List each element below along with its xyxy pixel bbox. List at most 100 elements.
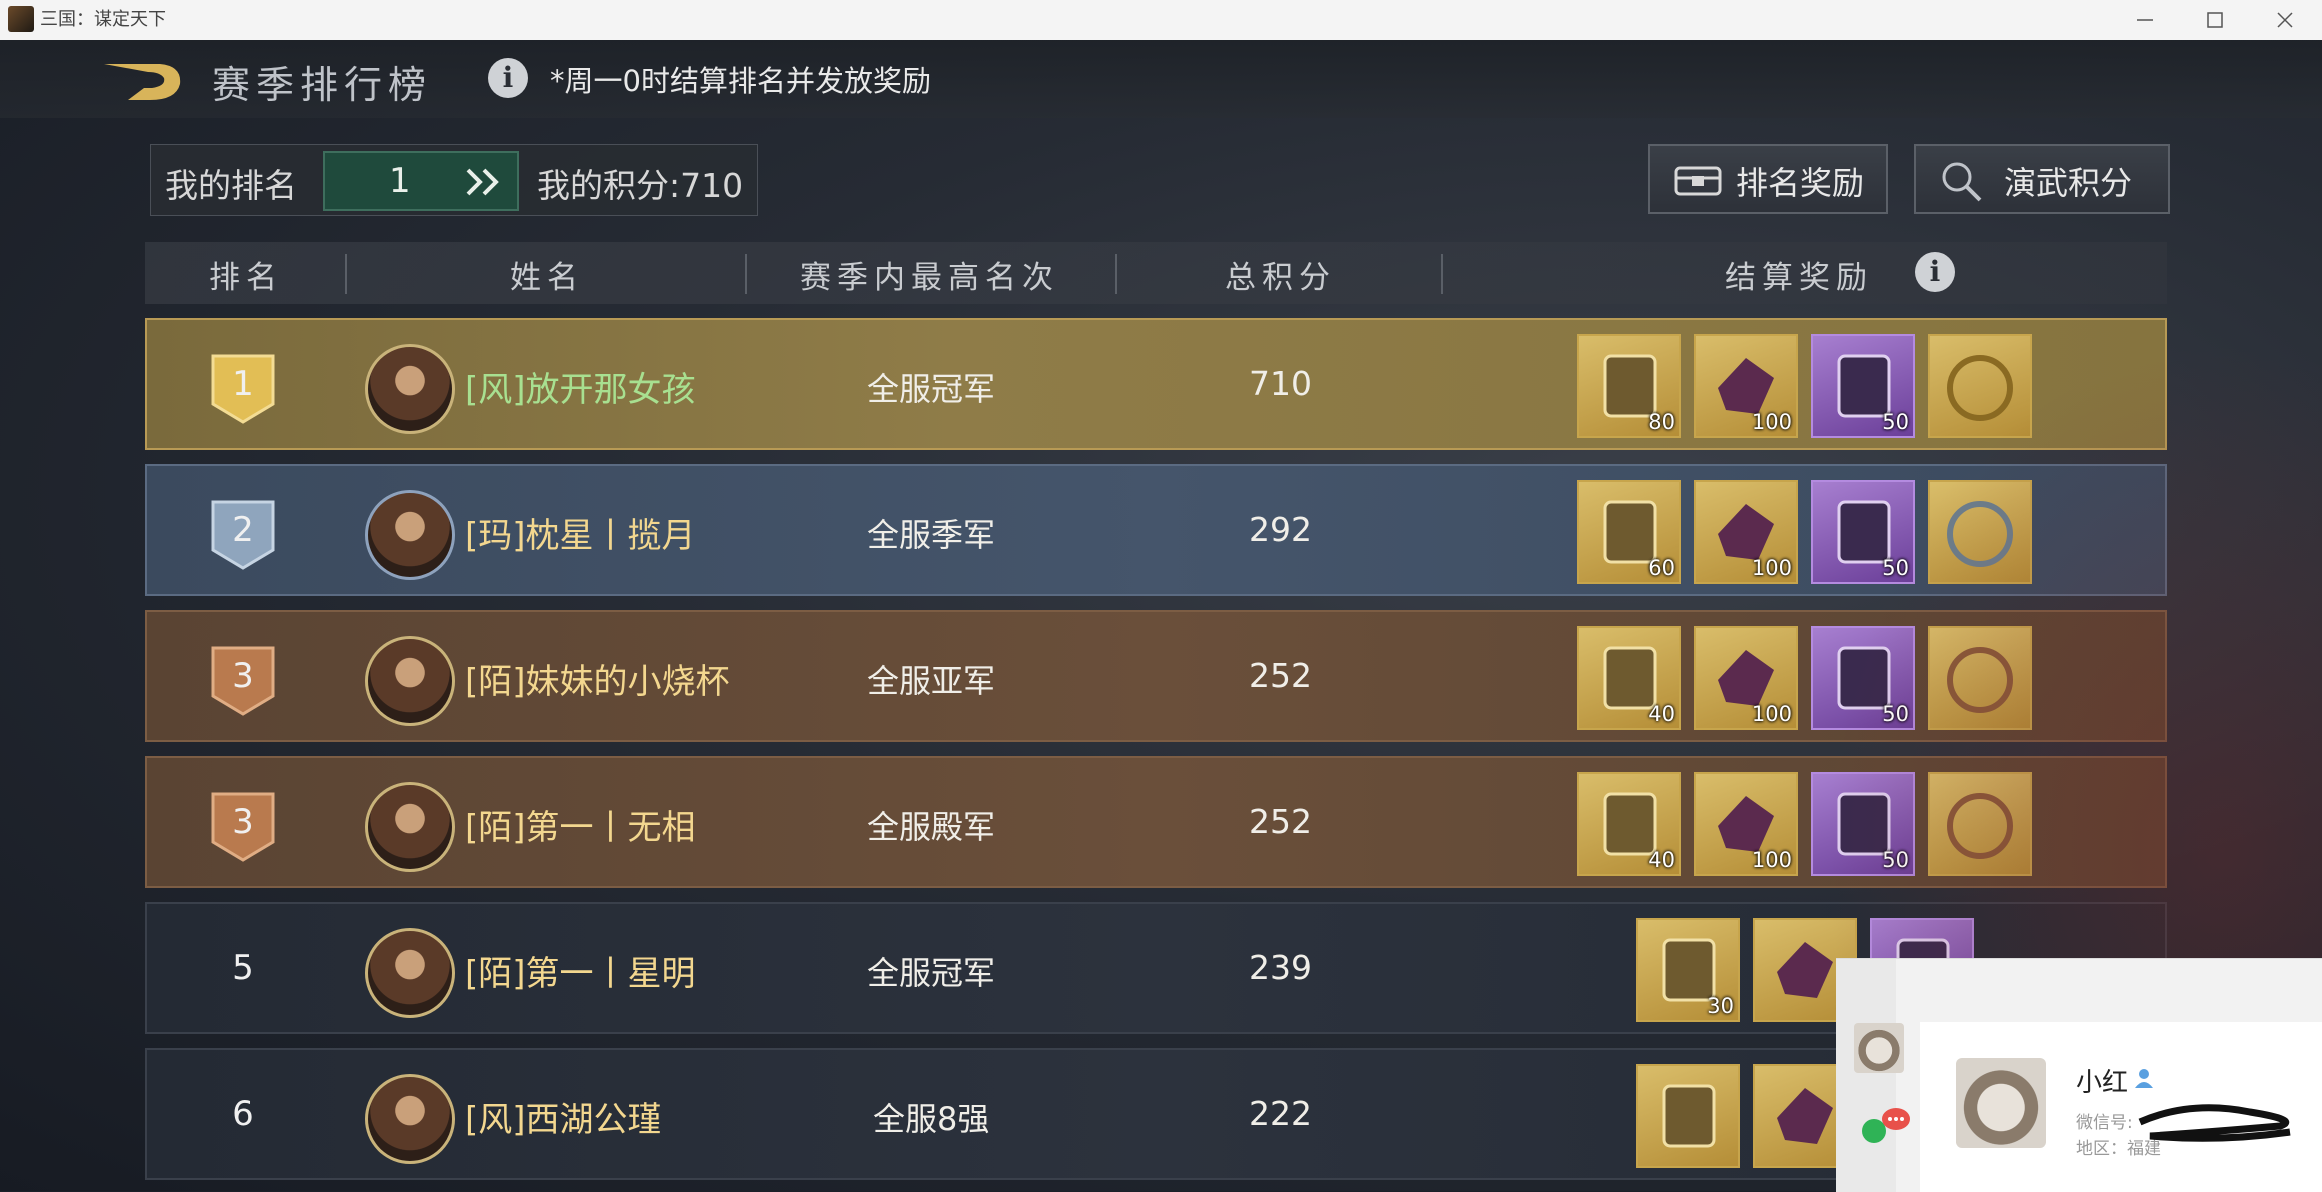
gem-icon: [1777, 1088, 1833, 1144]
col-best-rank: 赛季内最高名次: [800, 260, 1059, 296]
maximize-button[interactable]: [2180, 0, 2250, 40]
practice-points-label: 演武积分: [2004, 164, 2133, 202]
rank-number: 1: [232, 364, 254, 404]
total-score: 292: [1249, 510, 1312, 549]
col-total-score: 总积分: [1225, 260, 1336, 296]
close-button[interactable]: [2250, 0, 2320, 40]
rank-rewards-label: 排名奖励: [1736, 164, 1865, 202]
header-divider: [745, 254, 747, 294]
search-icon: [1942, 162, 1982, 202]
best-rank: 全服殿军: [867, 808, 996, 846]
reward-purple-token[interactable]: 50: [1811, 480, 1915, 584]
contact-wechat-id: 微信号:: [2076, 1113, 2133, 1133]
avatar-frame-icon: [1947, 501, 2013, 567]
header-divider: [1441, 254, 1443, 294]
reward-frame[interactable]: [1928, 772, 2032, 876]
rank-number: 2: [232, 510, 254, 550]
info-icon[interactable]: i: [488, 58, 528, 98]
back-arrow-icon[interactable]: [100, 54, 186, 104]
practice-points-button[interactable]: 演武积分: [1914, 144, 2170, 214]
settlement-notice: *周一0时结算排名并发放奖励: [550, 64, 931, 98]
table-header: 排名 姓名 赛季内最高名次 总积分 结算奖励 i: [145, 242, 2167, 304]
reward-name-token[interactable]: 60: [1577, 480, 1681, 584]
my-score: 我的积分:710: [537, 166, 744, 205]
my-rank-jump-button[interactable]: 1: [323, 151, 519, 211]
reward-name-token[interactable]: 80: [1577, 334, 1681, 438]
reward-name-token[interactable]: 30: [1636, 918, 1740, 1022]
avatar[interactable]: [365, 1074, 455, 1164]
rank-rewards-button[interactable]: 排名奖励: [1648, 144, 1888, 214]
name-token-icon: [1662, 1084, 1716, 1148]
player-name[interactable]: [风]放开那女孩: [465, 362, 696, 411]
col-name: 姓名: [510, 260, 584, 296]
table-row[interactable]: 3 [陌]第一丨无相 全服殿军 252 40 100 50: [145, 756, 2167, 888]
reward-gem[interactable]: 100: [1694, 480, 1798, 584]
reward-info-icon[interactable]: i: [1915, 252, 1955, 292]
player-name[interactable]: [风]西湖公瑾: [465, 1092, 662, 1141]
chat-bubble-icon[interactable]: [1860, 1105, 1912, 1145]
avatar[interactable]: [365, 782, 455, 872]
contact-name: 小红: [2076, 1068, 2129, 1098]
app-icon: [8, 6, 34, 32]
reward-name-token[interactable]: 40: [1577, 626, 1681, 730]
minimize-button[interactable]: [2110, 0, 2180, 40]
reward-frame[interactable]: [1928, 334, 2032, 438]
reward-frame[interactable]: [1928, 626, 2032, 730]
player-name[interactable]: [陌]第一丨无相: [465, 800, 696, 849]
table-row[interactable]: 1 [风]放开那女孩 全服冠军 710 80 100 50: [145, 318, 2167, 450]
contact-card[interactable]: 小红 微信号: 地区：福建: [1920, 1022, 2322, 1192]
rank-number: 3: [232, 656, 254, 696]
my-rank-label: 我的排名: [165, 166, 297, 205]
best-rank: 全服季军: [867, 516, 996, 554]
avatar-frame-icon: [1947, 355, 2013, 421]
user-icon: [2135, 1069, 2153, 1088]
minimize-icon: [2137, 19, 2153, 21]
col-rank: 排名: [209, 260, 283, 296]
reward-gem[interactable]: 100: [1694, 334, 1798, 438]
avatar[interactable]: [365, 636, 455, 726]
reward-name-token[interactable]: [1636, 1064, 1740, 1168]
reward-purple-token[interactable]: 50: [1811, 334, 1915, 438]
avatar[interactable]: [365, 490, 455, 580]
redaction-scribble: [2138, 1104, 2291, 1142]
total-score: 252: [1249, 802, 1312, 841]
col-settlement-reward: 结算奖励: [1725, 260, 1873, 296]
reward-gem[interactable]: 100: [1694, 626, 1798, 730]
total-score: 710: [1249, 364, 1312, 403]
table-row[interactable]: 3 [陌]妹妹的小烧杯 全服亚军 252 40 100 50: [145, 610, 2167, 742]
gem-icon: [1777, 942, 1833, 998]
chat-contact-avatar[interactable]: [1854, 1023, 1904, 1073]
reward-frame[interactable]: [1928, 480, 2032, 584]
reward-gem[interactable]: 100: [1694, 772, 1798, 876]
reward-purple-token[interactable]: 50: [1811, 772, 1915, 876]
my-rank-panel: 我的排名 1 我的积分:710: [150, 144, 758, 216]
rank-number: 6: [232, 1094, 254, 1134]
chat-popup: 小红 微信号: 地区：福建: [1836, 958, 2322, 1192]
total-score: 239: [1249, 948, 1312, 987]
avatar[interactable]: [365, 928, 455, 1018]
avatar[interactable]: [365, 344, 455, 434]
treasure-chest-icon: [1674, 166, 1722, 196]
chat-sidebar: [1836, 959, 1910, 1192]
contact-avatar[interactable]: [1956, 1058, 2046, 1148]
my-rank-value: 1: [389, 161, 411, 201]
total-score: 222: [1249, 1094, 1312, 1133]
reward-purple-token[interactable]: 50: [1811, 626, 1915, 730]
rank-number: 3: [232, 802, 254, 842]
total-score: 252: [1249, 656, 1312, 695]
player-name[interactable]: [陌]第一丨星明: [465, 946, 696, 995]
reward-name-token[interactable]: 40: [1577, 772, 1681, 876]
top-bar: 赛季排行榜 i *周一0时结算排名并发放奖励: [0, 40, 2322, 118]
page-title: 赛季排行榜: [212, 63, 433, 107]
avatar-frame-icon: [1947, 793, 2013, 859]
header-divider: [1115, 254, 1117, 294]
rank-number: 5: [232, 948, 254, 988]
player-name[interactable]: [陌]妹妹的小烧杯: [465, 654, 730, 703]
best-rank: 全服冠军: [867, 370, 996, 408]
window-title: 三国：谋定天下: [40, 9, 166, 30]
close-icon: [2277, 12, 2293, 28]
player-name[interactable]: [玛]枕星丨揽月: [465, 508, 696, 557]
avatar-frame-icon: [1947, 647, 2013, 713]
table-row[interactable]: 2 [玛]枕星丨揽月 全服季军 292 60 100 50: [145, 464, 2167, 596]
best-rank: 全服冠军: [867, 954, 996, 992]
